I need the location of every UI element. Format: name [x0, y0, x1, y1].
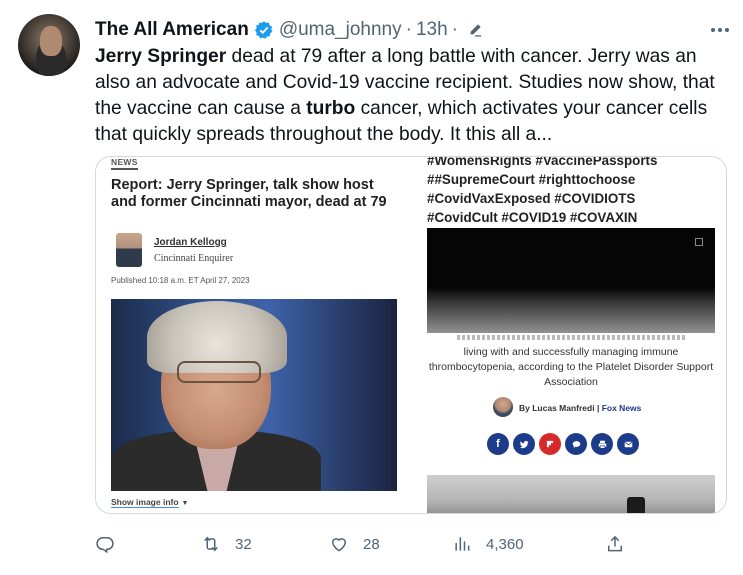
- street-photo: [427, 475, 715, 513]
- views-chart-icon: [455, 537, 470, 551]
- byline-sep: |: [594, 403, 602, 413]
- more-options-icon[interactable]: [711, 16, 729, 44]
- chevron-down-icon: ▼: [181, 500, 189, 507]
- flipboard-icon: [539, 433, 561, 455]
- retweet-icon: [204, 536, 218, 552]
- media-image-left[interactable]: NEWS Report: Jerry Springer, talk show h…: [96, 157, 410, 513]
- article-headline: Report: Jerry Springer, talk show host a…: [111, 177, 387, 210]
- author-organization: Cincinnati Enquirer: [154, 253, 234, 264]
- show-image-info-link: Show image info ▼: [111, 497, 189, 508]
- hashtag-line: #CovidVaxExposed #COVIDIOTS: [427, 191, 636, 206]
- news-tag: NEWS: [111, 157, 138, 170]
- caption-icon: [695, 238, 703, 246]
- tweet-actions: 32 28 4,360: [95, 532, 625, 556]
- separator: ·: [405, 19, 412, 40]
- caption-cut-line: [427, 333, 715, 341]
- comment-icon: [565, 433, 587, 455]
- share-button[interactable]: [605, 532, 625, 556]
- byline-author: Lucas Manfredi: [532, 403, 595, 413]
- reply-icon: [96, 537, 114, 554]
- tweet-header: The All American @uma_johnny · 13h ·: [95, 16, 729, 44]
- twitter-icon: [513, 433, 535, 455]
- avatar[interactable]: [18, 14, 80, 76]
- hashtag-line: ##SupremeCourt #righttochoose: [427, 172, 636, 187]
- user-handle[interactable]: @uma_johnny: [279, 19, 402, 41]
- like-button[interactable]: 28: [329, 532, 380, 556]
- views-button[interactable]: 4,360: [452, 532, 524, 556]
- byline: By Lucas Manfredi | Fox News: [519, 403, 641, 413]
- verified-badge-icon: [254, 20, 274, 40]
- tweet-text-bold: Jerry Springer: [95, 46, 227, 67]
- timestamp[interactable]: 13h: [416, 19, 448, 41]
- photo-glasses: [177, 361, 261, 383]
- media-image-right[interactable]: #WomensRights #VaccinePassports ##Suprem…: [413, 157, 726, 513]
- embedded-video: [427, 228, 715, 336]
- byline-photo: [493, 397, 513, 417]
- email-icon: [617, 433, 639, 455]
- print-icon: [591, 433, 613, 455]
- edited-pencil-icon[interactable]: [468, 23, 482, 37]
- author-name: Jordan Kellogg: [154, 237, 227, 248]
- retweet-count: 32: [235, 535, 252, 553]
- like-count: 28: [363, 535, 380, 553]
- views-count: 4,360: [486, 535, 524, 553]
- hashtags: #WomensRights #VaccinePassports ##Suprem…: [427, 157, 722, 227]
- article-photo: [111, 299, 397, 491]
- byline-prefix: By: [519, 403, 533, 413]
- caption-text: living with and successfully managing im…: [428, 346, 714, 388]
- share-upload-icon: [608, 535, 622, 552]
- display-name[interactable]: The All American: [95, 19, 249, 41]
- published-date: Published 10:18 a.m. ET April 27, 2023: [111, 276, 250, 285]
- byline-brand: Fox News: [601, 403, 642, 413]
- share-icons: f: [487, 433, 639, 455]
- tweet-media[interactable]: NEWS Report: Jerry Springer, talk show h…: [95, 156, 727, 514]
- author-photo: [116, 233, 142, 267]
- heart-icon: [331, 538, 347, 552]
- tweet-text: Jerry Springer dead at 79 after a long b…: [95, 44, 725, 148]
- tweet-text-bold: turbo: [306, 98, 356, 119]
- retweet-button[interactable]: 32: [201, 532, 252, 556]
- hashtag-line: #CovidCult #COVID19 #COVAXIN: [427, 210, 638, 225]
- hashtag-line: #WomensRights #VaccinePassports: [427, 157, 658, 168]
- separator: ·: [451, 19, 458, 40]
- reply-button[interactable]: [95, 532, 115, 556]
- article-caption: living with and successfully managing im…: [427, 335, 715, 390]
- show-image-info-label: Show image info: [111, 497, 179, 508]
- facebook-icon: f: [487, 433, 509, 455]
